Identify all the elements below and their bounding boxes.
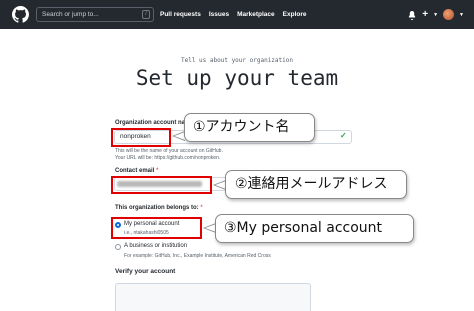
page-title: Set up your team <box>135 66 339 90</box>
option-business-sub: For example: GitHub, Inc., Example Insti… <box>124 253 271 259</box>
search-input[interactable]: Search or jump to... / <box>36 7 154 22</box>
contact-email-label: Contact email * <box>115 168 158 174</box>
check-icon: ✓ <box>340 131 347 140</box>
page-tagline: Tell us about your organization <box>181 57 293 64</box>
avatar[interactable] <box>443 9 455 20</box>
highlight-personal-account <box>111 217 202 239</box>
belongs-to-label-text: This organization belongs to: <box>115 205 199 211</box>
callout-account-name-text: ①アカウント名 <box>193 119 290 135</box>
radio-business[interactable] <box>115 244 121 250</box>
callout-account-name: ①アカウント名 <box>184 113 315 142</box>
belongs-to-label: This organization belongs to: * <box>115 205 203 211</box>
callout-personal-account-text: ③My personal account <box>224 220 383 236</box>
org-name-label-text: Organization account name <box>115 120 194 126</box>
main-nav: Pull requests Issues Marketplace Explore <box>160 0 307 29</box>
highlight-org-name <box>111 128 171 147</box>
verify-account-label: Verify your account <box>115 268 176 275</box>
org-name-note-1: This will be the name of your account on… <box>115 148 223 154</box>
header-actions: + ▼ ▼ <box>407 0 464 29</box>
nav-explore[interactable]: Explore <box>283 11 307 18</box>
github-logo-icon[interactable] <box>12 6 29 23</box>
highlight-contact-email <box>111 176 212 194</box>
plus-icon[interactable]: + <box>422 9 428 20</box>
callout-contact-email: ②連絡用メールアドレス <box>225 170 407 199</box>
contact-email-label-text: Contact email <box>115 168 155 174</box>
nav-pull-requests[interactable]: Pull requests <box>160 11 201 18</box>
required-mark: * <box>200 205 203 211</box>
chevron-down-icon[interactable]: ▼ <box>459 12 464 18</box>
nav-marketplace[interactable]: Marketplace <box>237 11 275 18</box>
top-navbar: Search or jump to... / Pull requests Iss… <box>0 0 474 29</box>
required-mark: * <box>156 168 159 174</box>
chevron-down-icon[interactable]: ▼ <box>433 12 438 18</box>
search-placeholder: Search or jump to... <box>42 11 99 18</box>
callout-contact-email-text: ②連絡用メールアドレス <box>235 176 388 192</box>
option-business-label[interactable]: A business or institution <box>124 243 187 249</box>
slash-key-hint: / <box>142 10 150 19</box>
bell-icon[interactable] <box>407 10 417 20</box>
nav-issues[interactable]: Issues <box>209 11 229 18</box>
org-name-note-2: Your URL will be: https://github.com/non… <box>115 155 221 161</box>
verify-captcha-box[interactable] <box>115 283 311 311</box>
callout-personal-account: ③My personal account <box>215 214 414 243</box>
